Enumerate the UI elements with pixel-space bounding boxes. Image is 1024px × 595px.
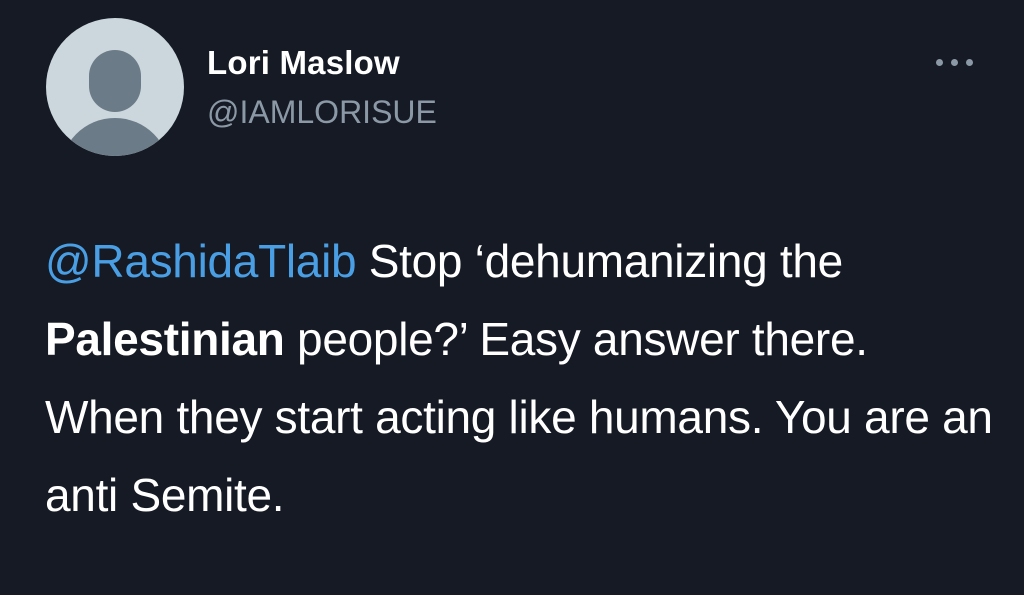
author-display-name[interactable]: Lori Maslow <box>207 43 400 83</box>
tweet-text: @RashidaTlaib Stop ‘dehumanizing the Pal… <box>45 222 995 534</box>
avatar-placeholder-body <box>60 118 170 156</box>
tweet-card: Lori Maslow @IAMLORISUE @RashidaTlaib St… <box>0 0 1024 595</box>
author-handle[interactable]: @IAMLORISUE <box>207 92 437 132</box>
tweet-bold-word: Palestinian <box>45 313 285 365</box>
tweet-text-part: Stop ‘dehumanizing the <box>356 235 844 287</box>
avatar[interactable] <box>46 18 184 156</box>
more-horizontal-icon-dot <box>951 59 958 66</box>
more-options-button[interactable] <box>930 50 982 74</box>
more-horizontal-icon-dot <box>966 59 973 66</box>
mention-link[interactable]: @RashidaTlaib <box>45 235 357 287</box>
more-horizontal-icon <box>936 59 943 66</box>
avatar-placeholder-head <box>89 50 141 112</box>
